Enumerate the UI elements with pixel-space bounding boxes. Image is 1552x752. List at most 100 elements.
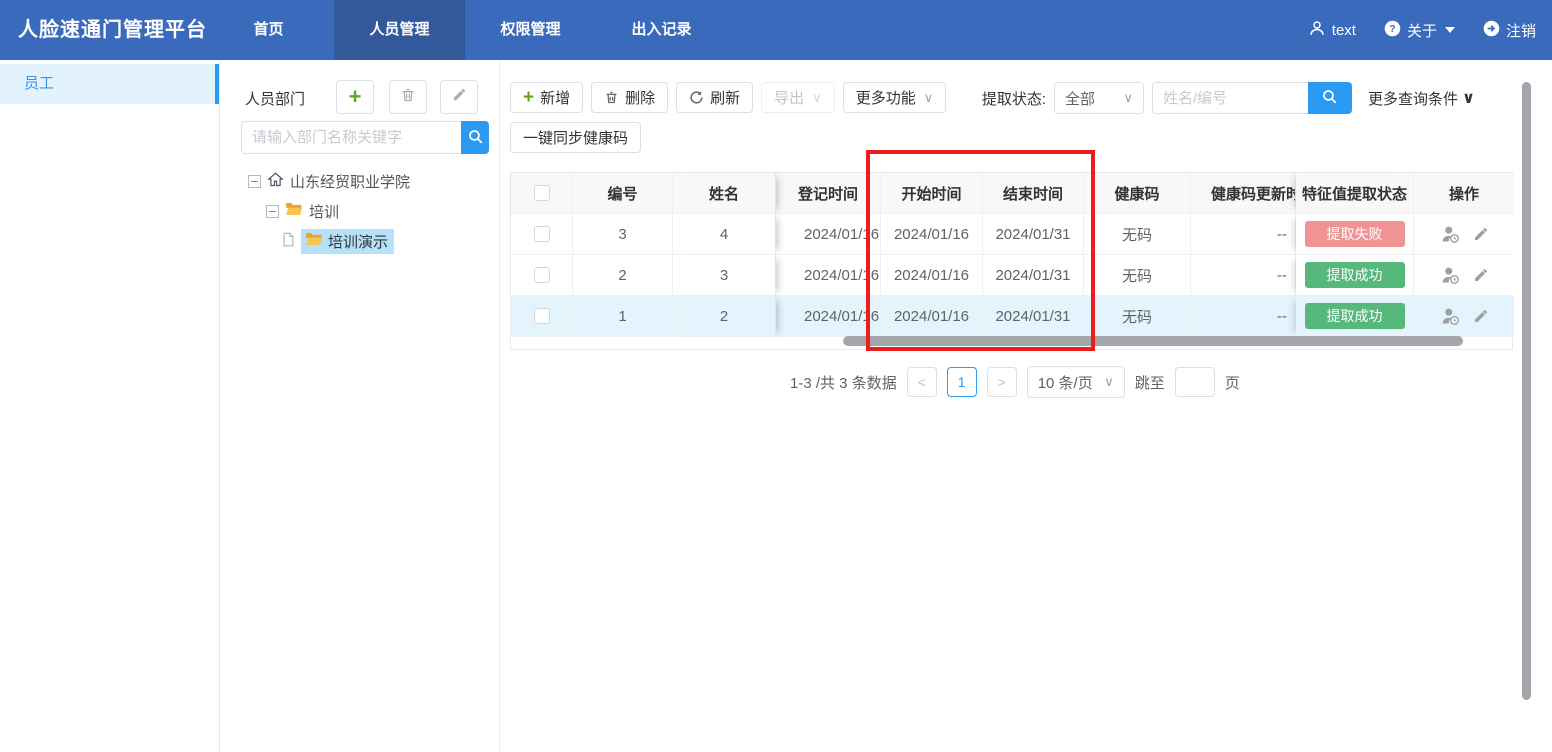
table-row: 3 4 2024/01/16 2024/01/16 2024/01/31 无码 … xyxy=(511,214,1512,255)
col-feature-status: 特征值提取状态 xyxy=(1296,173,1414,214)
cell-start-time: 2024/01/16 xyxy=(881,214,983,255)
cell-number: 2 xyxy=(573,255,673,296)
personnel-table: 编号 姓名 登记时间 开始时间 结束时间 健康码 健康码更新时间 特征值提取状态… xyxy=(510,172,1513,350)
logout-icon xyxy=(1483,20,1500,41)
sidebar-item-employee[interactable]: 员工 xyxy=(0,64,219,104)
cell-number: 1 xyxy=(573,296,673,337)
file-icon xyxy=(282,232,295,251)
checkbox-cell xyxy=(511,214,573,255)
add-department-button[interactable]: + xyxy=(336,80,374,114)
export-button[interactable]: 导出 ∨ xyxy=(761,82,835,113)
add-button[interactable]: + 新增 xyxy=(510,82,583,113)
tree-node-training[interactable]: 培训 xyxy=(220,198,500,224)
tree-node-college[interactable]: 山东经贸职业学院 xyxy=(220,168,500,194)
collapse-icon[interactable] xyxy=(248,175,261,188)
col-register-time: 登记时间 xyxy=(776,173,881,214)
search-icon xyxy=(1321,88,1338,108)
prev-page-button[interactable]: < xyxy=(907,367,937,397)
cell-health-code: 无码 xyxy=(1084,296,1191,337)
cell-health-code-update: -- xyxy=(1191,296,1296,337)
face-sync-icon[interactable] xyxy=(1440,306,1461,327)
edit-department-button[interactable] xyxy=(440,80,478,114)
cell-name: 2 xyxy=(673,296,776,337)
tab-personnel[interactable]: 人员管理 xyxy=(334,0,465,60)
cell-feature-status: 提取失败 xyxy=(1296,214,1414,255)
chevron-down-icon: ∨ xyxy=(812,90,822,106)
navbar-right: text ? 关于 注销 xyxy=(1308,0,1536,60)
current-page-button[interactable]: 1 xyxy=(947,367,977,397)
vertical-scrollbar-thumb[interactable] xyxy=(1522,82,1531,700)
jump-page-input[interactable] xyxy=(1175,367,1215,397)
department-panel: 人员部门 + 山东经贸职业学院 xyxy=(220,60,500,752)
edit-icon[interactable] xyxy=(1473,267,1489,283)
col-operation: 操作 xyxy=(1414,173,1514,214)
department-search-input[interactable] xyxy=(241,121,461,154)
status-filter-select[interactable]: 全部 ∨ xyxy=(1054,82,1144,114)
more-query-link[interactable]: 更多查询条件 ∨ xyxy=(1368,88,1475,109)
search-icon xyxy=(467,128,484,148)
cell-end-time: 2024/01/31 xyxy=(983,255,1084,296)
logout-button[interactable]: 注销 xyxy=(1483,20,1536,41)
face-sync-icon[interactable] xyxy=(1440,224,1461,245)
chevron-down-icon xyxy=(1445,27,1455,33)
status-filter-label: 提取状态: xyxy=(982,88,1046,109)
more-query-label: 更多查询条件 xyxy=(1368,88,1458,109)
user-label: text xyxy=(1332,22,1356,39)
cell-start-time: 2024/01/16 xyxy=(881,255,983,296)
app-title: 人脸速通门管理平台 xyxy=(18,0,207,60)
header-checkbox-cell xyxy=(511,173,573,214)
department-search xyxy=(241,121,489,154)
checkbox-cell xyxy=(511,255,573,296)
delete-button[interactable]: 删除 xyxy=(591,82,668,113)
status-badge: 提取失败 xyxy=(1305,221,1405,247)
tree-node-selected[interactable]: 培训演示 xyxy=(301,229,394,254)
tab-access-records[interactable]: 出入记录 xyxy=(596,0,727,60)
cell-register-time-value: 2024/01/16 xyxy=(804,308,880,325)
table-row: 2 3 2024/01/16 2024/01/16 2024/01/31 无码 … xyxy=(511,255,1512,296)
status-filter-value: 全部 xyxy=(1065,88,1095,109)
cell-name: 3 xyxy=(673,255,776,296)
nav-tabs: 首页 人员管理 权限管理 出入记录 xyxy=(203,0,727,60)
sync-health-code-button[interactable]: 一键同步健康码 xyxy=(510,122,641,153)
more-functions-button[interactable]: 更多功能 ∨ xyxy=(843,82,947,113)
face-sync-icon[interactable] xyxy=(1440,265,1461,286)
cell-health-code-update: -- xyxy=(1191,214,1296,255)
help-circle-icon: ? xyxy=(1384,20,1401,41)
name-search-button[interactable] xyxy=(1308,82,1352,114)
cell-register-time: 2024/01/16 xyxy=(776,296,881,337)
page-size-select[interactable]: 10 条/页 ∨ xyxy=(1027,366,1125,398)
edit-icon[interactable] xyxy=(1473,226,1489,242)
row-checkbox[interactable] xyxy=(534,267,550,283)
col-health-code-update: 健康码更新时间 xyxy=(1191,173,1296,214)
col-name: 姓名 xyxy=(673,173,776,214)
department-tree: 山东经贸职业学院 培训 培训演示 xyxy=(220,168,500,258)
about-menu[interactable]: ? 关于 xyxy=(1384,20,1455,41)
horizontal-scrollbar-thumb[interactable] xyxy=(843,336,1463,346)
status-badge: 提取成功 xyxy=(1305,303,1405,329)
refresh-button[interactable]: 刷新 xyxy=(676,82,753,113)
next-page-button[interactable]: > xyxy=(987,367,1017,397)
col-number: 编号 xyxy=(573,173,673,214)
cell-name: 4 xyxy=(673,214,776,255)
cell-register-time-value: 2024/01/16 xyxy=(804,267,880,284)
export-label: 导出 xyxy=(774,87,804,108)
page-unit-label: 页 xyxy=(1225,372,1240,393)
select-all-checkbox[interactable] xyxy=(534,185,550,201)
chevron-down-icon: ∨ xyxy=(1104,374,1114,390)
tab-home[interactable]: 首页 xyxy=(203,0,334,60)
row-checkbox[interactable] xyxy=(534,308,550,324)
tab-permissions[interactable]: 权限管理 xyxy=(465,0,596,60)
tree-node-label: 山东经贸职业学院 xyxy=(290,171,410,192)
delete-department-button[interactable] xyxy=(389,80,427,114)
status-badge: 提取成功 xyxy=(1305,262,1405,288)
name-search-input[interactable] xyxy=(1152,82,1308,114)
tree-node-training-demo[interactable]: 培训演示 xyxy=(220,228,500,254)
edit-icon[interactable] xyxy=(1473,308,1489,324)
toolbar: + 新增 删除 刷新 导出 ∨ 更多功能 ∨ xyxy=(510,82,946,113)
plus-icon: + xyxy=(349,86,362,108)
collapse-icon[interactable] xyxy=(266,205,279,218)
row-checkbox[interactable] xyxy=(534,226,550,242)
chevron-down-icon: ∨ xyxy=(1123,90,1133,106)
department-search-button[interactable] xyxy=(461,121,489,154)
user-menu[interactable]: text xyxy=(1308,19,1356,41)
